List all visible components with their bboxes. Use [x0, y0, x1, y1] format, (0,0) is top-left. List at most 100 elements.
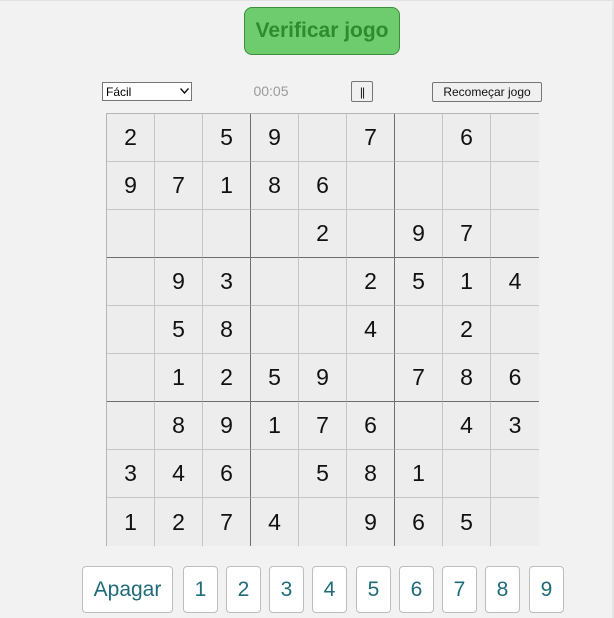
sudoku-cell-r6c5[interactable]: 9 — [299, 354, 347, 402]
sudoku-cell-r1c2[interactable] — [155, 114, 203, 162]
sudoku-cell-r7c8[interactable]: 4 — [443, 402, 491, 450]
sudoku-cell-r1c5[interactable] — [299, 114, 347, 162]
sudoku-cell-r7c5[interactable]: 7 — [299, 402, 347, 450]
window-top-edge — [0, 0, 614, 1]
check-game-button[interactable]: Verificar jogo — [244, 7, 400, 55]
digit-button-5[interactable]: 5 — [356, 566, 391, 613]
difficulty-select[interactable]: Fácil — [102, 82, 192, 101]
sudoku-cell-r7c6[interactable]: 6 — [347, 402, 395, 450]
sudoku-cell-r2c6[interactable] — [347, 162, 395, 210]
sudoku-cell-r5c6[interactable]: 4 — [347, 306, 395, 354]
digit-button-4[interactable]: 4 — [312, 566, 347, 613]
digit-button-3[interactable]: 3 — [269, 566, 304, 613]
sudoku-cell-r6c7[interactable]: 7 — [395, 354, 443, 402]
sudoku-cell-r3c9[interactable] — [491, 210, 539, 258]
sudoku-cell-r8c5[interactable]: 5 — [299, 450, 347, 498]
sudoku-cell-r2c5[interactable]: 6 — [299, 162, 347, 210]
sudoku-cell-r2c3[interactable]: 1 — [203, 162, 251, 210]
sudoku-cell-r5c9[interactable] — [491, 306, 539, 354]
sudoku-cell-r9c2[interactable]: 2 — [155, 498, 203, 546]
sudoku-cell-r1c3[interactable]: 5 — [203, 114, 251, 162]
sudoku-cell-r9c3[interactable]: 7 — [203, 498, 251, 546]
sudoku-cell-r2c4[interactable]: 8 — [251, 162, 299, 210]
sudoku-cell-r1c1[interactable]: 2 — [107, 114, 155, 162]
sudoku-cell-r9c7[interactable]: 6 — [395, 498, 443, 546]
sudoku-cell-r9c1[interactable]: 1 — [107, 498, 155, 546]
sudoku-cell-r8c3[interactable]: 6 — [203, 450, 251, 498]
sudoku-cell-r3c4[interactable] — [251, 210, 299, 258]
sudoku-cell-r5c4[interactable] — [251, 306, 299, 354]
sudoku-cell-r1c8[interactable]: 6 — [443, 114, 491, 162]
sudoku-cell-r7c7[interactable] — [395, 402, 443, 450]
sudoku-cell-r9c9[interactable] — [491, 498, 539, 546]
sudoku-cell-r3c6[interactable] — [347, 210, 395, 258]
sudoku-cell-r6c8[interactable]: 8 — [443, 354, 491, 402]
difficulty-selected-value: Fácil — [106, 84, 132, 99]
sudoku-cell-r3c3[interactable] — [203, 210, 251, 258]
sudoku-cell-r3c5[interactable]: 2 — [299, 210, 347, 258]
sudoku-cell-r1c9[interactable] — [491, 114, 539, 162]
sudoku-cell-r6c9[interactable]: 6 — [491, 354, 539, 402]
digit-button-1[interactable]: 1 — [183, 566, 218, 613]
sudoku-cell-r2c9[interactable] — [491, 162, 539, 210]
sudoku-cell-r5c1[interactable] — [107, 306, 155, 354]
sudoku-cell-r4c6[interactable]: 2 — [347, 258, 395, 306]
sudoku-cell-r3c8[interactable]: 7 — [443, 210, 491, 258]
sudoku-cell-r7c2[interactable]: 8 — [155, 402, 203, 450]
sudoku-cell-r7c4[interactable]: 1 — [251, 402, 299, 450]
restart-game-button[interactable]: Recomeçar jogo — [432, 82, 542, 102]
sudoku-cell-r8c1[interactable]: 3 — [107, 450, 155, 498]
digit-button-8[interactable]: 8 — [485, 566, 520, 613]
chevron-down-icon — [179, 83, 191, 100]
sudoku-cell-r5c8[interactable]: 2 — [443, 306, 491, 354]
sudoku-cell-r1c4[interactable]: 9 — [251, 114, 299, 162]
sudoku-cell-r9c8[interactable]: 5 — [443, 498, 491, 546]
sudoku-cell-r8c7[interactable]: 1 — [395, 450, 443, 498]
sudoku-cell-r4c7[interactable]: 5 — [395, 258, 443, 306]
sudoku-cell-r4c8[interactable]: 1 — [443, 258, 491, 306]
sudoku-cell-r5c2[interactable]: 5 — [155, 306, 203, 354]
game-timer: 00:05 — [253, 83, 289, 99]
sudoku-cell-r4c3[interactable]: 3 — [203, 258, 251, 306]
digit-button-2[interactable]: 2 — [226, 566, 261, 613]
sudoku-cell-r9c5[interactable] — [299, 498, 347, 546]
sudoku-cell-r9c4[interactable]: 4 — [251, 498, 299, 546]
sudoku-cell-r5c7[interactable] — [395, 306, 443, 354]
sudoku-cell-r6c1[interactable] — [107, 354, 155, 402]
sudoku-cell-r6c4[interactable]: 5 — [251, 354, 299, 402]
sudoku-cell-r8c4[interactable] — [251, 450, 299, 498]
digit-button-6[interactable]: 6 — [399, 566, 434, 613]
sudoku-cell-r4c5[interactable] — [299, 258, 347, 306]
sudoku-cell-r4c2[interactable]: 9 — [155, 258, 203, 306]
digit-button-9[interactable]: 9 — [529, 566, 564, 613]
sudoku-cell-r7c3[interactable]: 9 — [203, 402, 251, 450]
sudoku-cell-r8c9[interactable] — [491, 450, 539, 498]
sudoku-cell-r6c2[interactable]: 1 — [155, 354, 203, 402]
sudoku-cell-r9c6[interactable]: 9 — [347, 498, 395, 546]
sudoku-cell-r1c6[interactable]: 7 — [347, 114, 395, 162]
sudoku-cell-r4c9[interactable]: 4 — [491, 258, 539, 306]
sudoku-cell-r4c4[interactable] — [251, 258, 299, 306]
sudoku-cell-r7c9[interactable]: 3 — [491, 402, 539, 450]
sudoku-cell-r5c5[interactable] — [299, 306, 347, 354]
sudoku-cell-r3c2[interactable] — [155, 210, 203, 258]
sudoku-cell-r8c6[interactable]: 8 — [347, 450, 395, 498]
sudoku-cell-r5c3[interactable]: 8 — [203, 306, 251, 354]
erase-button[interactable]: Apagar — [82, 566, 173, 613]
sudoku-cell-r3c7[interactable]: 9 — [395, 210, 443, 258]
sudoku-cell-r3c1[interactable] — [107, 210, 155, 258]
sudoku-cell-r6c6[interactable] — [347, 354, 395, 402]
sudoku-cell-r2c1[interactable]: 9 — [107, 162, 155, 210]
sudoku-cell-r2c8[interactable] — [443, 162, 491, 210]
sudoku-cell-r4c1[interactable] — [107, 258, 155, 306]
sudoku-cell-r6c3[interactable]: 2 — [203, 354, 251, 402]
sudoku-cell-r8c8[interactable] — [443, 450, 491, 498]
sudoku-cell-r8c2[interactable]: 4 — [155, 450, 203, 498]
sudoku-cell-r2c7[interactable] — [395, 162, 443, 210]
sudoku-cell-r7c1[interactable] — [107, 402, 155, 450]
digit-button-7[interactable]: 7 — [442, 566, 477, 613]
sudoku-cell-r2c2[interactable]: 7 — [155, 162, 203, 210]
pause-icon: || — [359, 84, 365, 99]
pause-button[interactable]: || — [351, 81, 373, 102]
sudoku-cell-r1c7[interactable] — [395, 114, 443, 162]
